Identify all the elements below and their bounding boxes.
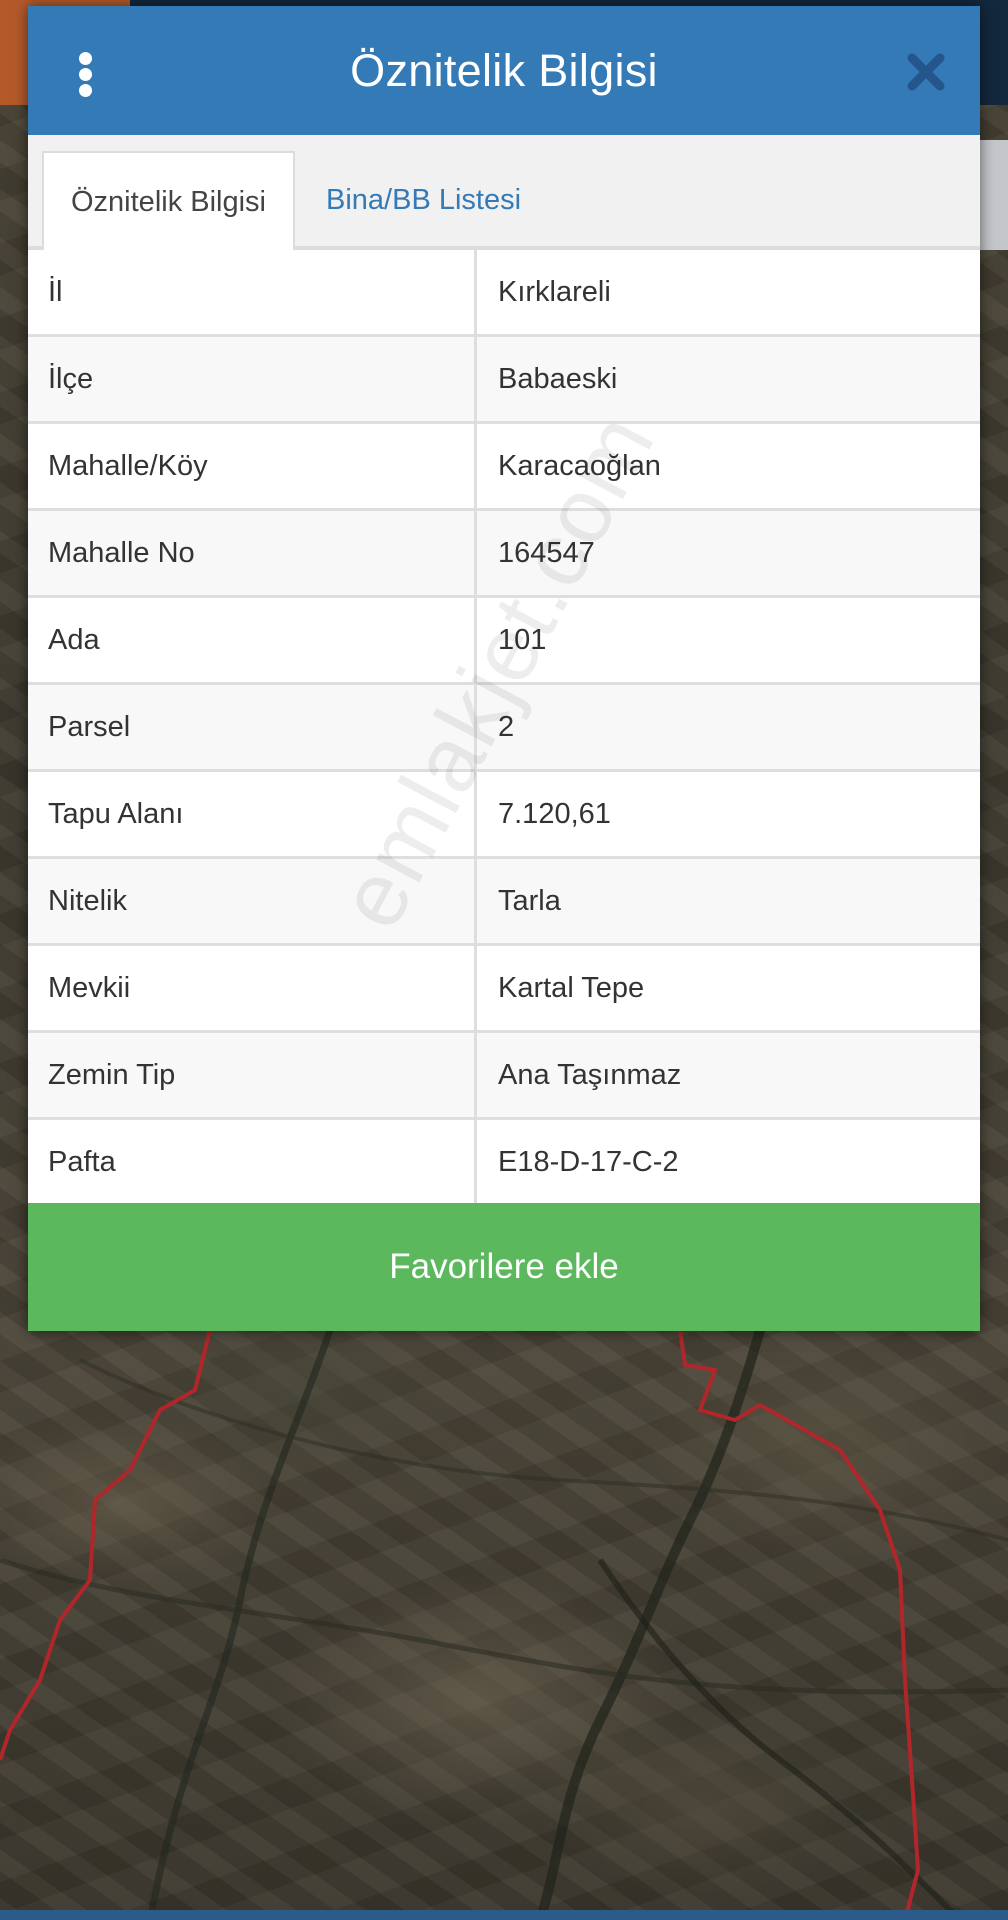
attribute-value: 164547 [498,537,595,569]
attribute-label: Tapu Alanı [48,798,184,830]
attribute-value: 101 [498,624,547,656]
attribute-table: İl Kırklareli İlçe Babaeski Mahalle/Köy … [28,250,980,1207]
table-row: Zemin Tip Ana Taşınmaz [28,1033,980,1120]
table-row: Ada 101 [28,598,980,685]
attribute-label: Mahalle No [48,537,195,569]
tab-attribute-info[interactable]: Öznitelik Bilgisi [42,151,295,250]
attribute-value: Tarla [498,885,561,917]
background-side-panel [980,140,1008,250]
attribute-label: Parsel [48,711,131,743]
tab-building-list[interactable]: Bina/BB Listesi [326,151,521,250]
table-row: Mevkii Kartal Tepe [28,946,980,1033]
attribute-value: Kırklareli [498,276,611,308]
tab-bar: Öznitelik Bilgisi Bina/BB Listesi [28,135,980,250]
table-row: Nitelik Tarla [28,859,980,946]
close-icon[interactable] [906,52,946,92]
table-row: Parsel 2 [28,685,980,772]
column-divider [474,859,477,943]
attribute-label: Pafta [48,1146,116,1178]
column-divider [474,772,477,856]
attribute-value: Karacaoğlan [498,450,661,482]
attribute-label: Mahalle/Köy [48,450,208,482]
background-bottom-bar [0,1910,1008,1920]
add-to-favorites-button[interactable]: Favorilere ekle [28,1203,980,1331]
attribute-value: Kartal Tepe [498,972,645,1004]
attribute-label: İlçe [48,363,94,395]
attribute-label: İl [48,276,63,308]
attribute-value: Ana Taşınmaz [498,1059,682,1091]
attribute-label: Zemin Tip [48,1059,176,1091]
table-row: Pafta E18-D-17-C-2 [28,1120,980,1207]
table-row: İlçe Babaeski [28,337,980,424]
column-divider [474,1120,477,1204]
table-row: Mahalle/Köy Karacaoğlan [28,424,980,511]
column-divider [474,946,477,1030]
column-divider [474,250,477,334]
column-divider [474,511,477,595]
attribute-label: Nitelik [48,885,127,917]
attribute-value: Babaeski [498,363,618,395]
attribute-value: 7.120,61 [498,798,611,830]
attribute-value: E18-D-17-C-2 [498,1146,679,1178]
attribute-info-modal: Öznitelik Bilgisi Öznitelik Bilgisi Bina… [28,6,980,1331]
attribute-label: Ada [48,624,100,656]
table-row: Mahalle No 164547 [28,511,980,598]
column-divider [474,1033,477,1117]
column-divider [474,424,477,508]
modal-title: Öznitelik Bilgisi [350,45,658,96]
column-divider [474,598,477,682]
parcel-boundary-right [678,1329,921,1920]
column-divider [474,685,477,769]
attribute-label: Mevkii [48,972,131,1004]
column-divider [474,337,477,421]
table-row: Tapu Alanı 7.120,61 [28,772,980,859]
parcel-boundary-left [0,1329,212,1761]
kebab-menu-icon[interactable] [76,52,96,97]
modal-header: Öznitelik Bilgisi [28,6,980,135]
table-row: İl Kırklareli [28,250,980,337]
attribute-value: 2 [498,711,515,743]
